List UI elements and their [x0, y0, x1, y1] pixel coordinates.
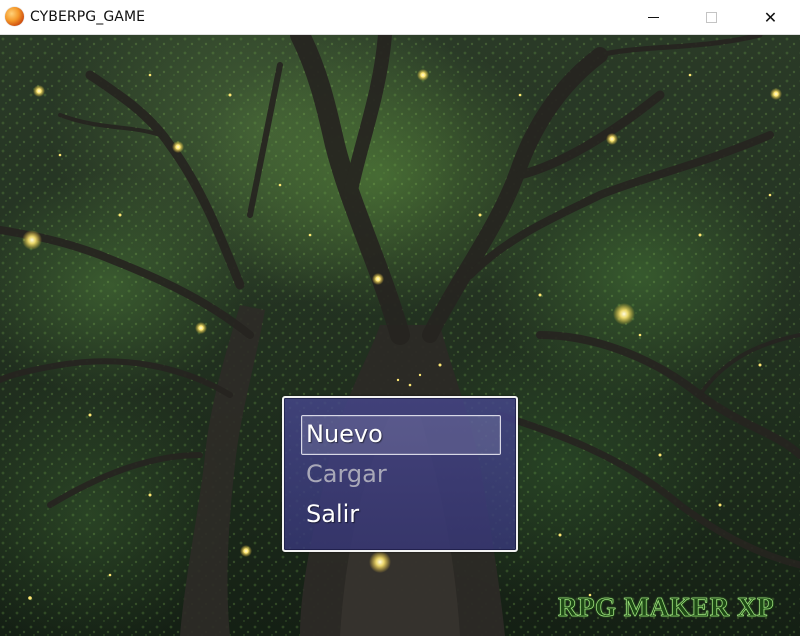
rpg-maker-orb-icon	[5, 7, 24, 26]
maximize-icon	[706, 12, 717, 23]
window-titlebar[interactable]: CYBERPG_GAME ✕	[0, 0, 800, 35]
game-viewport[interactable]: Nuevo Cargar Salir RPG MAKER XP	[0, 35, 800, 636]
rpg-maker-xp-logo: RPG MAKER XP	[558, 592, 774, 623]
menu-item-nuevo[interactable]: Nuevo	[306, 420, 383, 448]
close-icon: ✕	[763, 8, 778, 27]
title-command-window: Nuevo Cargar Salir	[282, 396, 518, 552]
minimize-button[interactable]	[624, 0, 683, 35]
maximize-button[interactable]	[682, 0, 741, 35]
window-title: CYBERPG_GAME	[30, 9, 146, 25]
menu-item-salir[interactable]: Salir	[306, 500, 359, 528]
minimize-icon	[648, 17, 659, 18]
menu-item-cargar[interactable]: Cargar	[306, 460, 387, 488]
close-button[interactable]: ✕	[741, 0, 800, 35]
